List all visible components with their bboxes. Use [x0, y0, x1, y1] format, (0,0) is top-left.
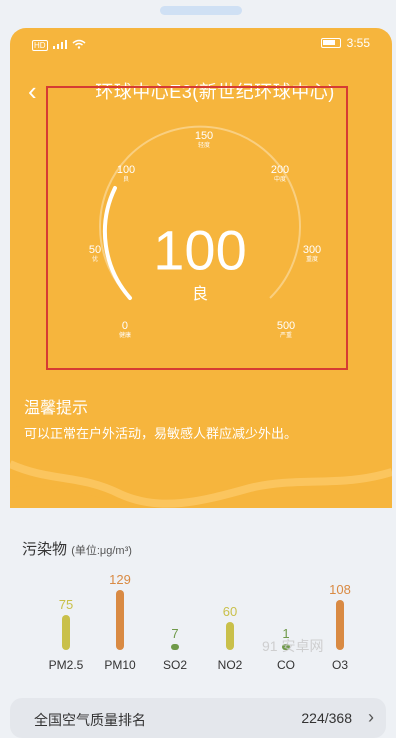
pollutant-label: SO2	[162, 658, 187, 672]
chevron-right-icon: ›	[368, 707, 374, 727]
signal-icon	[52, 38, 67, 52]
pollutant-value: 129	[109, 572, 131, 587]
pollutants-title-text: 污染物	[22, 541, 68, 558]
status-bar: HD 3:55	[10, 28, 392, 60]
card-wave-bottom	[10, 440, 392, 508]
watermark: 91 安卓网	[262, 638, 324, 654]
pollutant-bar	[336, 600, 344, 650]
pollutant-bar	[62, 615, 70, 650]
pollutant-label: PM10	[104, 658, 136, 672]
ranking-row[interactable]: 全国空气质量排名 224/368 ›	[10, 698, 386, 738]
pollutants-title: 污染物 (单位:μg/m³)	[22, 538, 132, 559]
pollutant-value: 60	[222, 604, 238, 619]
pollutant-value: 7	[171, 626, 179, 641]
tips-title: 温馨提示	[24, 400, 89, 417]
pollutant-value: 75	[58, 597, 74, 612]
status-right: 3:55	[320, 36, 370, 50]
pollutants-unit: (单位:μg/m³)	[71, 545, 132, 557]
ranking-value: 224/368	[301, 710, 352, 726]
pollutant-label: CO	[277, 658, 295, 672]
pollutant-label: O3	[331, 658, 348, 672]
air-quality-card: HD 3:55 ‹ 环球中心E3(新世纪环球中心) 0 健康 50 优 100 …	[10, 28, 392, 508]
pollutant-label: NO2	[217, 658, 243, 672]
status-time: 3:55	[346, 36, 370, 50]
status-left: HD	[32, 38, 86, 52]
pollutant-bar	[116, 590, 124, 650]
ranking-label: 全国空气质量排名	[34, 712, 146, 728]
pollutant-bar	[226, 622, 234, 650]
pollutant-label: PM2.5	[48, 658, 84, 672]
pollutant-value: 108	[329, 582, 351, 597]
network-hd-label: HD	[32, 39, 48, 51]
top-drag-pill	[160, 6, 242, 15]
battery-icon	[320, 38, 341, 48]
wifi-icon	[72, 38, 86, 52]
highlight-frame	[46, 86, 348, 370]
pollutant-bar	[171, 644, 179, 650]
